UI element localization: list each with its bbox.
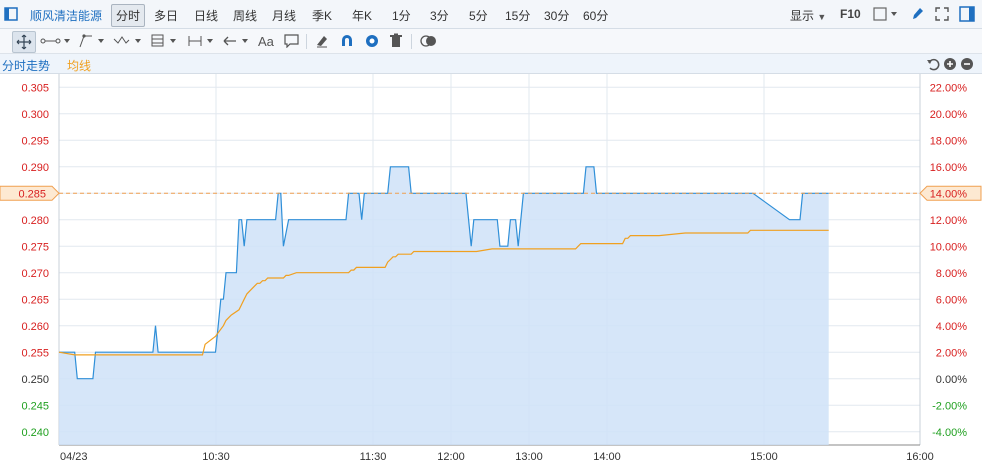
tab-period-day[interactable]: 日线	[194, 7, 218, 24]
chart-subheader: 分时走势 均线	[0, 54, 982, 74]
zoom-in-icon[interactable]	[943, 57, 957, 71]
x-tick-label: 15:00	[750, 451, 778, 463]
tab-period-quarter[interactable]: 季K	[312, 7, 332, 24]
x-tick-label: 12:00	[437, 451, 465, 463]
fibonacci-tool-icon[interactable]	[150, 33, 180, 49]
y-tick-label-left: 0.290	[21, 162, 49, 174]
layout-box-icon[interactable]	[873, 7, 901, 21]
current-price-label-left: 0.285	[18, 188, 46, 200]
undo-icon[interactable]	[926, 57, 940, 71]
y-tick-label-left: 0.305	[21, 82, 49, 94]
move-tool-button[interactable]	[12, 31, 36, 53]
eraser-icon[interactable]	[315, 33, 329, 49]
x-tick-label: 16:00	[906, 451, 934, 463]
tab-period-intraday[interactable]: 分时	[111, 4, 146, 27]
text-tool-button[interactable]: Aa	[258, 34, 274, 49]
sidebar-toggle-icon[interactable]	[4, 7, 18, 21]
tab-period-5min[interactable]: 5分	[469, 7, 488, 24]
x-tick-label: 10:30	[202, 451, 230, 463]
comment-icon[interactable]	[284, 34, 300, 48]
drawing-toolbar: Aa	[0, 29, 982, 54]
wave-tool-icon[interactable]	[113, 33, 143, 49]
f10-button[interactable]: F10	[840, 7, 861, 21]
tab-period-3min[interactable]: 3分	[430, 7, 449, 24]
toggle-overlay-icon[interactable]	[420, 34, 438, 48]
display-menu-button[interactable]: 显示 ▼	[790, 7, 826, 24]
y-tick-label-right: 20.00%	[930, 109, 968, 121]
fullscreen-icon[interactable]	[934, 6, 950, 22]
x-tick-label: 13:00	[515, 451, 543, 463]
y-tick-label-right: -4.00%	[932, 427, 967, 439]
toolbar-divider	[411, 34, 412, 49]
intraday-price-chart[interactable]: 0.305 22.00% 0.300 20.00% 0.295 18.00% 0.290 16…	[0, 74, 982, 466]
tab-period-30min[interactable]: 30分	[544, 7, 569, 24]
y-tick-label-right: -2.00%	[932, 400, 967, 412]
y-tick-label-right: 22.00%	[930, 82, 968, 94]
tab-period-month[interactable]: 月线	[272, 7, 296, 24]
y-tick-label-left: 0.260	[21, 321, 49, 333]
tab-period-multiday[interactable]: 多日	[154, 7, 178, 24]
chevron-down-icon: ▼	[817, 12, 827, 22]
x-tick-label: 11:30	[360, 451, 387, 463]
panel-toggle-icon[interactable]	[959, 6, 975, 22]
tab-period-15min[interactable]: 15分	[505, 7, 530, 24]
zoom-out-icon[interactable]	[960, 57, 974, 71]
y-tick-label-left: 0.295	[21, 135, 49, 147]
current-pct-label-right: 14.00%	[930, 188, 968, 200]
tab-period-year[interactable]: 年K	[352, 7, 372, 24]
period-toolbar: 顺风清洁能源 分时 多日 日线 周线 月线 季K 年K 1分 3分 5分 15分…	[0, 0, 982, 29]
x-tick-label: 14:00	[593, 451, 621, 463]
tab-average-line[interactable]: 均线	[67, 57, 91, 74]
y-tick-label-left: 0.255	[21, 347, 49, 359]
magnet-icon[interactable]	[340, 33, 354, 49]
toolbar-divider	[306, 34, 307, 49]
segment-tool-icon[interactable]	[40, 34, 72, 48]
y-tick-label-left: 0.280	[21, 215, 49, 227]
y-tick-label-left: 0.265	[21, 294, 49, 306]
y-tick-label-right: 6.00%	[936, 294, 967, 306]
y-tick-label-left: 0.270	[21, 268, 49, 280]
pen-icon[interactable]	[910, 6, 924, 22]
y-tick-label-right: 2.00%	[936, 347, 967, 359]
y-tick-label-left: 0.250	[21, 374, 49, 386]
y-tick-label-right: 4.00%	[936, 321, 967, 333]
tab-period-60min[interactable]: 60分	[583, 7, 608, 24]
eye-icon[interactable]	[364, 33, 380, 49]
y-tick-label-right: 10.00%	[930, 241, 968, 253]
y-tick-label-right: 16.00%	[930, 162, 968, 174]
y-tick-label-right: 8.00%	[936, 268, 967, 280]
y-tick-label-right: 0.00%	[936, 374, 967, 386]
move-cross-icon	[16, 34, 32, 50]
tab-period-1min[interactable]: 1分	[392, 7, 411, 24]
stock-name[interactable]: 顺风清洁能源	[30, 7, 102, 24]
trash-icon[interactable]	[389, 33, 403, 49]
x-tick-label: 04/23	[60, 451, 88, 463]
y-tick-label-left: 0.240	[21, 427, 49, 439]
y-tick-label-left: 0.275	[21, 241, 49, 253]
arrow-left-icon[interactable]	[222, 33, 252, 49]
tab-intraday-trend[interactable]: 分时走势	[2, 57, 50, 74]
tab-period-week[interactable]: 周线	[233, 7, 257, 24]
y-tick-label-left: 0.245	[21, 400, 49, 412]
y-tick-label-right: 12.00%	[930, 215, 968, 227]
trendline-tool-icon[interactable]	[78, 33, 108, 49]
range-tool-icon[interactable]	[187, 33, 217, 49]
y-tick-label-right: 18.00%	[930, 135, 968, 147]
y-tick-label-left: 0.300	[21, 109, 49, 121]
display-label: 显示	[790, 9, 815, 23]
